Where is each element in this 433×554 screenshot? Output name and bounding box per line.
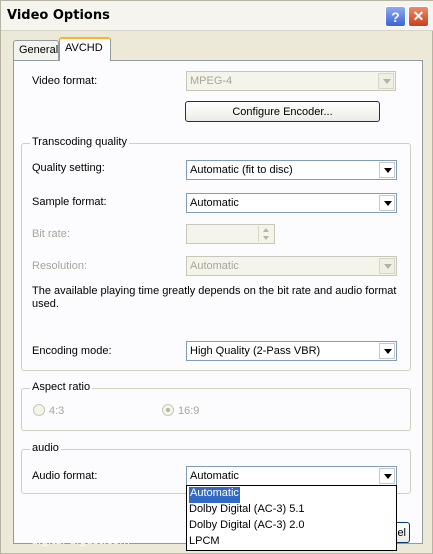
title-bar: Video Options ? ✕ bbox=[1, 1, 433, 31]
configure-encoder-button[interactable]: Configure Encoder... bbox=[185, 101, 380, 122]
resolution-label: Resolution: bbox=[32, 260, 88, 272]
encoding-mode-value: High Quality (2-Pass VBR) bbox=[190, 345, 321, 357]
video-format-label: Video format: bbox=[32, 75, 98, 87]
cancel-label: el bbox=[397, 526, 406, 539]
help-button[interactable]: ? bbox=[385, 6, 406, 27]
chevron-down-icon bbox=[378, 73, 394, 89]
quality-setting-label: Quality setting: bbox=[32, 162, 105, 174]
bit-rate-spinner[interactable] bbox=[186, 224, 275, 244]
tab-avchd[interactable]: AVCHD bbox=[59, 37, 111, 61]
chevron-down-icon bbox=[379, 195, 395, 211]
aspect-169-radio[interactable] bbox=[162, 404, 174, 416]
avchd-panel: Video format: MPEG-4 Configure Encoder..… bbox=[13, 60, 423, 544]
audio-format-value: Automatic bbox=[190, 470, 239, 482]
encoding-mode-label: Encoding mode: bbox=[32, 345, 112, 357]
aspect-43-radio[interactable] bbox=[33, 404, 45, 416]
audio-option-automatic[interactable]: Automatic bbox=[187, 486, 396, 503]
video-format-select[interactable]: MPEG-4 bbox=[186, 71, 396, 91]
window-title: Video Options bbox=[7, 8, 110, 23]
bit-rate-label: Bit rate: bbox=[32, 228, 70, 240]
encoding-mode-select[interactable]: High Quality (2-Pass VBR) bbox=[186, 341, 397, 361]
close-button[interactable]: ✕ bbox=[408, 6, 429, 27]
aspect-169-label: 16:9 bbox=[178, 405, 200, 417]
sample-format-label: Sample format: bbox=[32, 196, 107, 208]
audio-option-automatic-label: Automatic bbox=[189, 487, 240, 503]
spin-arrows-icon bbox=[258, 226, 273, 242]
aspect-ratio-group: Aspect ratio bbox=[21, 381, 411, 431]
quality-setting-value: Automatic (fit to disc) bbox=[190, 164, 293, 176]
audio-option-dd51[interactable]: Dolby Digital (AC-3) 5.1 bbox=[187, 502, 396, 518]
chevron-down-icon bbox=[379, 162, 395, 178]
sample-format-select[interactable]: Automatic bbox=[186, 193, 397, 213]
chevron-down-icon bbox=[379, 468, 395, 484]
transcoding-group-title: Transcoding quality bbox=[30, 136, 129, 148]
quality-setting-select[interactable]: Automatic (fit to disc) bbox=[186, 160, 397, 180]
resolution-value: Automatic bbox=[190, 260, 239, 272]
audio-format-dropdown: Automatic Dolby Digital (AC-3) 5.1 Dolby… bbox=[186, 485, 397, 551]
video-format-value: MPEG-4 bbox=[190, 75, 233, 87]
aspect-43-label: 4:3 bbox=[49, 405, 65, 417]
audio-group-title: audio bbox=[30, 442, 61, 454]
video-options-window: Video Options ? ✕ General AVCHD Video fo… bbox=[0, 0, 433, 554]
sample-format-value: Automatic bbox=[190, 197, 239, 209]
watermark-text: digital-digest.com bbox=[31, 534, 130, 547]
question-icon: ? bbox=[391, 8, 400, 25]
playing-time-note: The available playing time greatly depen… bbox=[32, 285, 397, 310]
audio-option-lpcm[interactable]: LPCM bbox=[187, 534, 396, 550]
audio-format-label: Audio format: bbox=[32, 470, 98, 482]
audio-format-select[interactable]: Automatic bbox=[186, 466, 397, 486]
tab-general[interactable]: General bbox=[13, 40, 59, 60]
aspect-group-title: Aspect ratio bbox=[30, 381, 93, 393]
resolution-select[interactable]: Automatic bbox=[186, 256, 397, 276]
chevron-down-icon bbox=[379, 343, 395, 359]
chevron-down-icon bbox=[379, 258, 395, 274]
audio-option-dd20[interactable]: Dolby Digital (AC-3) 2.0 bbox=[187, 518, 396, 534]
close-icon: ✕ bbox=[412, 8, 425, 24]
